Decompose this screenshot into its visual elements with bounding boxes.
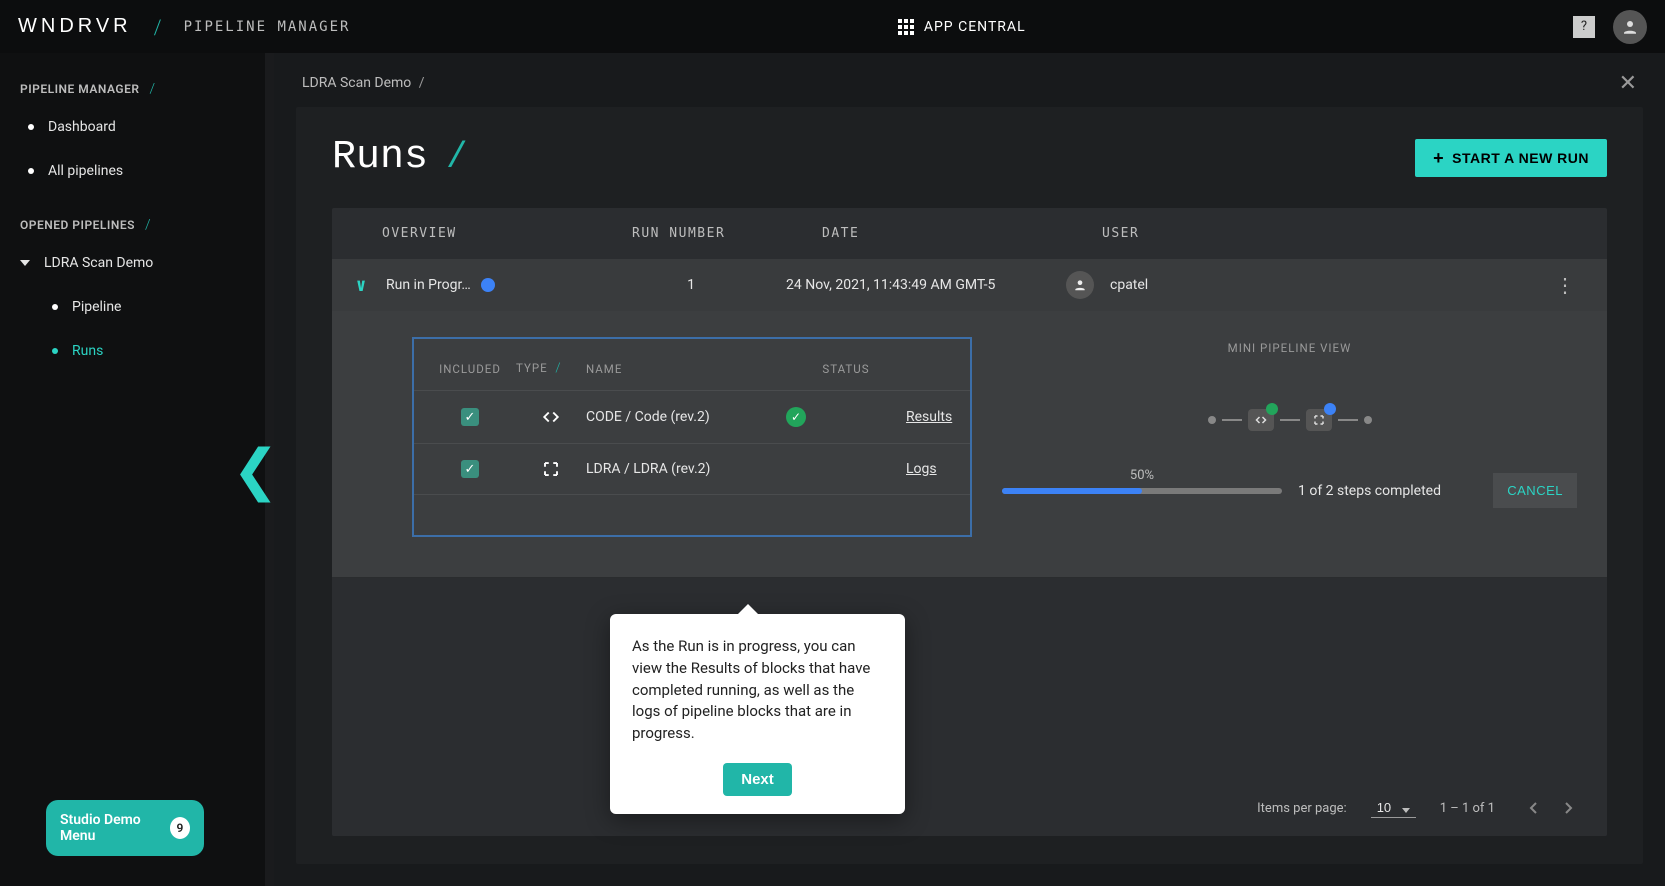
- sidebar-item-all-pipelines[interactable]: All pipelines: [0, 149, 273, 193]
- main-panel: LDRA Scan Demo / ✕ Runs/ + START A NEW R…: [273, 53, 1665, 886]
- table-row[interactable]: ∨ Run in Progr… 1 24 Nov, 2021, 11:43:49…: [332, 259, 1607, 311]
- sidebar-section-opened-pipelines: OPENED PIPELINES/: [0, 209, 273, 241]
- breadcrumb[interactable]: LDRA Scan Demo /: [302, 75, 425, 91]
- col-overview: OVERVIEW: [382, 226, 632, 241]
- table-header-row: OVERVIEW RUN NUMBER DATE USER: [332, 208, 1607, 259]
- col-user: USER: [1102, 226, 1402, 241]
- bullet-icon: [52, 348, 58, 354]
- user-avatar-icon: [1066, 271, 1094, 299]
- pager-label: Items per page:: [1257, 801, 1347, 816]
- popover-text: As the Run is in progress, you can view …: [632, 636, 883, 745]
- tour-next-button[interactable]: Next: [723, 763, 792, 796]
- expand-row-icon[interactable]: ∨: [346, 275, 376, 296]
- run-number: 1: [596, 277, 786, 293]
- code-icon: [516, 408, 586, 426]
- included-checkbox[interactable]: ✓: [461, 408, 479, 426]
- sidebar-item-runs[interactable]: Runs: [0, 329, 273, 373]
- pager-range: 1 – 1 of 1: [1440, 801, 1495, 816]
- status-running-icon: [481, 278, 495, 292]
- run-date: 24 Nov, 2021, 11:43:49 AM GMT-5: [786, 277, 1066, 293]
- status-success-icon: ✓: [786, 407, 806, 427]
- help-button[interactable]: ?: [1573, 16, 1595, 38]
- breadcrumb-sep: /: [419, 75, 425, 91]
- page-size-select[interactable]: 10: [1371, 798, 1416, 818]
- breadcrumb-item: LDRA Scan Demo: [302, 75, 411, 91]
- start-new-run-button[interactable]: + START A NEW RUN: [1415, 139, 1607, 177]
- bullet-icon: [52, 304, 58, 310]
- chevron-down-icon: [20, 260, 30, 266]
- step-name: CODE / Code (rev.2): [586, 409, 786, 425]
- step-row: ✓ CODE / Code (rev.2) ✓ Results: [414, 391, 970, 444]
- app-central-label[interactable]: APP CENTRAL: [924, 19, 1026, 35]
- runs-table: OVERVIEW RUN NUMBER DATE USER ∨ Run in P…: [332, 208, 1607, 836]
- demo-menu-label: Studio Demo Menu: [60, 812, 170, 844]
- button-label: START A NEW RUN: [1452, 150, 1589, 166]
- sidebar-item-label: All pipelines: [48, 163, 123, 179]
- mini-pipeline-graph: [1208, 409, 1372, 431]
- next-page-button[interactable]: [1555, 794, 1583, 822]
- mini-pipeline-view: MINI PIPELINE VIEW: [1002, 337, 1577, 508]
- pipeline-node-ldra[interactable]: [1306, 409, 1332, 431]
- collapse-sidebar-handle[interactable]: ❮: [232, 437, 279, 503]
- sidebar-item-pipeline[interactable]: Pipeline: [0, 285, 273, 329]
- expanded-run-details: INCLUDED TYPE / NAME STATUS ✓ CODE / Cod: [332, 311, 1607, 578]
- sidebar: PIPELINE MANAGER/ Dashboard All pipeline…: [0, 53, 273, 886]
- sidebar-group-ldra-scan-demo[interactable]: LDRA Scan Demo: [0, 241, 273, 285]
- close-icon[interactable]: ✕: [1619, 71, 1637, 96]
- results-link[interactable]: Results: [906, 409, 986, 425]
- sidebar-item-label: Runs: [72, 343, 103, 359]
- apps-grid-icon[interactable]: [898, 19, 914, 35]
- table-pager: Items per page: 10 1 – 1 of 1: [332, 780, 1607, 836]
- step-row: ✓ LDRA / LDRA (rev.2) Logs: [414, 444, 970, 495]
- topbar: WNDRVR / PIPELINE MANAGER APP CENTRAL ?: [0, 0, 1665, 53]
- product-logo: WNDRVR: [18, 15, 132, 38]
- run-progress-bar: 50%: [1002, 488, 1282, 494]
- mini-pipeline-title: MINI PIPELINE VIEW: [1228, 341, 1352, 355]
- row-actions-menu-icon[interactable]: ⋮: [1535, 273, 1595, 297]
- account-avatar[interactable]: [1613, 10, 1647, 44]
- plus-icon: +: [1433, 149, 1444, 167]
- app-title: PIPELINE MANAGER: [184, 19, 351, 35]
- user-name: cpatel: [1110, 277, 1148, 293]
- steps-panel: INCLUDED TYPE / NAME STATUS ✓ CODE / Cod: [412, 337, 972, 537]
- tour-popover: As the Run is in progress, you can view …: [610, 614, 905, 814]
- demo-menu-count-badge: 9: [170, 817, 190, 839]
- steps-header: INCLUDED TYPE / NAME STATUS: [414, 361, 970, 391]
- sidebar-group-label: LDRA Scan Demo: [44, 255, 153, 271]
- expand-icon: [516, 460, 586, 478]
- bullet-icon: [28, 168, 34, 174]
- step-name: LDRA / LDRA (rev.2): [586, 461, 786, 477]
- sidebar-item-label: Dashboard: [48, 119, 116, 135]
- bullet-icon: [28, 124, 34, 130]
- sidebar-item-label: Pipeline: [72, 299, 122, 315]
- progress-percent: 50%: [1130, 468, 1154, 483]
- logs-link[interactable]: Logs: [906, 461, 986, 477]
- page-title: Runs/: [332, 135, 472, 180]
- progress-text: 1 of 2 steps completed: [1298, 483, 1441, 499]
- col-date: DATE: [822, 226, 1102, 241]
- cancel-run-button[interactable]: CANCEL: [1493, 473, 1577, 508]
- pipeline-node-code[interactable]: [1248, 409, 1274, 431]
- slash-divider: /: [154, 15, 162, 39]
- studio-demo-menu-button[interactable]: Studio Demo Menu 9: [46, 800, 204, 856]
- sidebar-item-dashboard[interactable]: Dashboard: [0, 105, 273, 149]
- prev-page-button[interactable]: [1519, 794, 1547, 822]
- sidebar-section-pipeline-manager: PIPELINE MANAGER/: [0, 73, 273, 105]
- included-checkbox[interactable]: ✓: [461, 460, 479, 478]
- col-run-number: RUN NUMBER: [632, 226, 822, 241]
- run-name: Run in Progr…: [386, 277, 471, 293]
